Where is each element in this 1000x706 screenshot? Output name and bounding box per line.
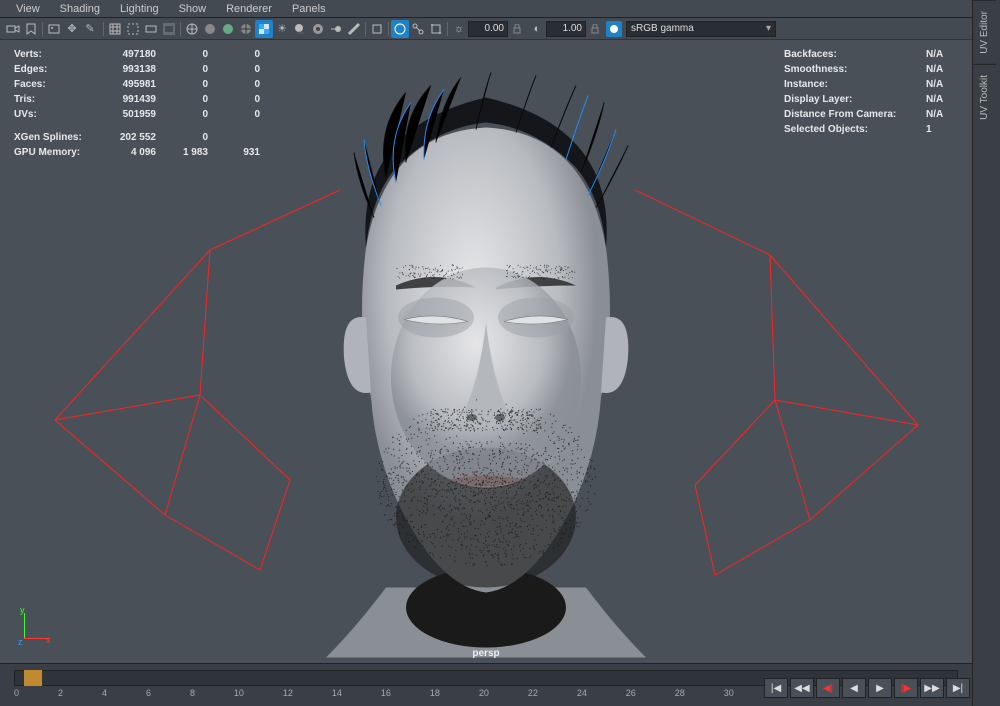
resolution-gate-icon[interactable] bbox=[142, 20, 160, 38]
timeline[interactable]: 024681012141618202224262830 |◀ ◀◀ ◀| ◀ ▶… bbox=[0, 663, 972, 706]
ao-icon[interactable] bbox=[309, 20, 327, 38]
step-back-frame-button[interactable]: ◀◀ bbox=[790, 678, 814, 698]
lock-icon[interactable] bbox=[510, 22, 524, 36]
viewport-3d[interactable]: Verts:49718000 Edges:99313800 Faces:4959… bbox=[0, 40, 972, 663]
viewport-panel: View Shading Lighting Show Renderer Pane… bbox=[0, 0, 972, 706]
wire-on-shaded-icon[interactable] bbox=[237, 20, 255, 38]
gate-mask-icon[interactable] bbox=[160, 20, 178, 38]
menu-view[interactable]: View bbox=[8, 1, 48, 17]
xray-components-icon[interactable] bbox=[427, 20, 445, 38]
smooth-shade-icon[interactable] bbox=[201, 20, 219, 38]
use-all-lights-icon[interactable]: ☀ bbox=[273, 20, 291, 38]
xray-icon[interactable] bbox=[391, 20, 409, 38]
time-ticks: 024681012141618202224262830 bbox=[14, 670, 734, 686]
grid-icon[interactable] bbox=[106, 20, 124, 38]
image-plane-icon[interactable] bbox=[45, 20, 63, 38]
model-head bbox=[236, 67, 736, 660]
menu-shading[interactable]: Shading bbox=[52, 1, 108, 17]
shadows-icon[interactable] bbox=[291, 20, 309, 38]
select-camera-icon[interactable] bbox=[4, 20, 22, 38]
hud-stats-left: Verts:49718000 Edges:99313800 Faces:4959… bbox=[12, 46, 262, 161]
color-management-toggle[interactable] bbox=[606, 21, 622, 37]
wireframe-icon[interactable] bbox=[183, 20, 201, 38]
tab-uv-toolkit[interactable]: UV Toolkit bbox=[973, 64, 996, 130]
play-backward-button[interactable]: ◀ bbox=[842, 678, 866, 698]
xray-joints-icon[interactable] bbox=[409, 20, 427, 38]
gamma-value[interactable]: 1.00 bbox=[546, 21, 586, 37]
color-profile-dropdown[interactable]: sRGB gamma bbox=[626, 21, 776, 37]
menu-renderer[interactable]: Renderer bbox=[218, 1, 280, 17]
tab-uv-editor[interactable]: UV Editor bbox=[973, 0, 996, 64]
panel-toolbar: ✥ ✎ ☀ ☼ 0.00 ◐ 1.00 sRGB gamma bbox=[0, 18, 972, 40]
lock-icon-2[interactable] bbox=[588, 22, 602, 36]
use-default-material-icon[interactable] bbox=[219, 20, 237, 38]
go-to-end-button[interactable]: ▶| bbox=[946, 678, 970, 698]
film-gate-icon[interactable] bbox=[124, 20, 142, 38]
view-axis-gizmo: y x z bbox=[14, 609, 50, 645]
go-to-start-button[interactable]: |◀ bbox=[764, 678, 788, 698]
gamma-icon[interactable]: ◐ bbox=[528, 20, 546, 38]
step-forward-key-button[interactable]: |▶ bbox=[894, 678, 918, 698]
menu-panels[interactable]: Panels bbox=[284, 1, 334, 17]
isolate-icon[interactable] bbox=[368, 20, 386, 38]
motion-blur-icon[interactable] bbox=[327, 20, 345, 38]
step-forward-frame-button[interactable]: ▶▶ bbox=[920, 678, 944, 698]
2d-pan-icon[interactable]: ✥ bbox=[63, 20, 81, 38]
step-back-key-button[interactable]: ◀| bbox=[816, 678, 840, 698]
exposure-value[interactable]: 0.00 bbox=[468, 21, 508, 37]
hud-stats-right: Backfaces:N/A Smoothness:N/A Instance:N/… bbox=[782, 46, 958, 138]
menu-show[interactable]: Show bbox=[171, 1, 215, 17]
play-forward-button[interactable]: ▶ bbox=[868, 678, 892, 698]
camera-label: persp bbox=[472, 648, 499, 659]
grease-pencil-icon[interactable]: ✎ bbox=[81, 20, 99, 38]
bookmark-icon[interactable] bbox=[22, 20, 40, 38]
exposure-icon[interactable]: ☼ bbox=[450, 20, 468, 38]
menu-lighting[interactable]: Lighting bbox=[112, 1, 167, 17]
right-dock-tabs: UV Editor UV Toolkit bbox=[972, 0, 1000, 706]
panel-menu-bar: View Shading Lighting Show Renderer Pane… bbox=[0, 0, 972, 18]
anti-alias-icon[interactable] bbox=[345, 20, 363, 38]
playback-controls: |◀ ◀◀ ◀| ◀ ▶ |▶ ▶▶ ▶| bbox=[764, 678, 970, 698]
textured-icon[interactable] bbox=[255, 20, 273, 38]
